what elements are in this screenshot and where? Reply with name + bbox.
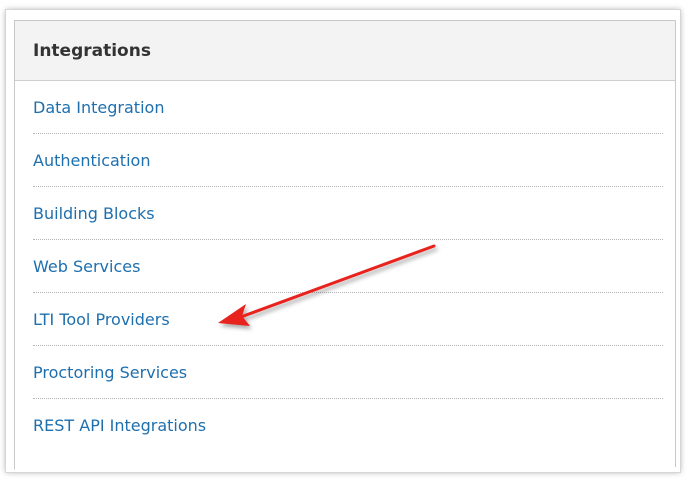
list-item-building-blocks: Building Blocks (33, 187, 663, 240)
building-blocks-link[interactable]: Building Blocks (33, 204, 155, 223)
integrations-panel: Integrations Data Integration Authentica… (14, 20, 676, 472)
web-services-link[interactable]: Web Services (33, 257, 140, 276)
data-integration-link[interactable]: Data Integration (33, 98, 164, 117)
list-item-lti-tool-providers: LTI Tool Providers (33, 293, 663, 346)
list-item-proctoring-services: Proctoring Services (33, 346, 663, 399)
screenshot-frame: Integrations Data Integration Authentica… (6, 10, 680, 472)
lti-tool-providers-link[interactable]: LTI Tool Providers (33, 310, 170, 329)
authentication-link[interactable]: Authentication (33, 151, 150, 170)
list-item-rest-api-integrations: REST API Integrations (33, 399, 663, 452)
rest-api-integrations-link[interactable]: REST API Integrations (33, 416, 206, 435)
list-item-data-integration: Data Integration (33, 81, 663, 134)
integrations-link-list: Data Integration Authentication Building… (15, 81, 675, 452)
proctoring-services-link[interactable]: Proctoring Services (33, 363, 187, 382)
list-item-web-services: Web Services (33, 240, 663, 293)
panel-title: Integrations (33, 40, 151, 61)
panel-header: Integrations (15, 21, 675, 81)
list-item-authentication: Authentication (33, 134, 663, 187)
